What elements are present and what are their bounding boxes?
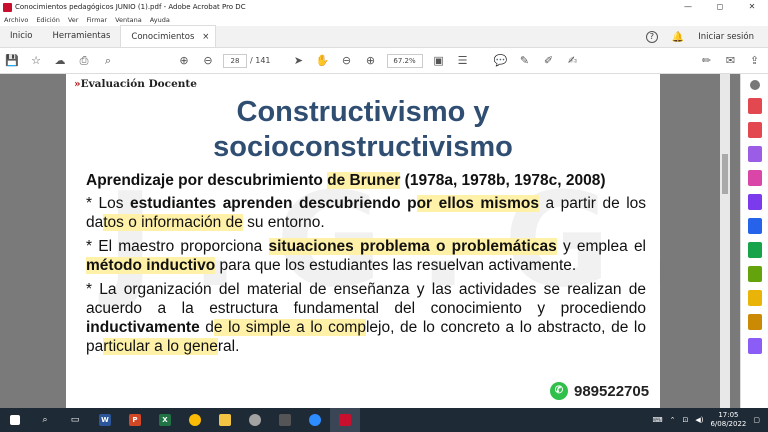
- draw-icon[interactable]: ✐: [537, 51, 561, 71]
- combine-files-icon[interactable]: [747, 146, 762, 162]
- print-icon[interactable]: ⎙: [72, 51, 96, 71]
- page-down-icon[interactable]: ⊖: [196, 51, 220, 71]
- share-icon[interactable]: ⇪: [743, 51, 767, 71]
- scan-ocr-icon[interactable]: [747, 242, 762, 258]
- excel-icon[interactable]: X: [150, 408, 180, 432]
- chrome-icon[interactable]: [180, 408, 210, 432]
- tab-document[interactable]: Conocimientos ped... ×: [120, 25, 217, 64]
- save-icon[interactable]: 💾: [0, 51, 24, 71]
- menu-ventana[interactable]: Ventana: [115, 16, 142, 24]
- maximize-button[interactable]: ◻: [704, 0, 736, 14]
- zoom-app-icon[interactable]: [300, 408, 330, 432]
- menu-firmar[interactable]: Firmar: [86, 16, 107, 24]
- zoom-tool-icon[interactable]: [749, 80, 760, 90]
- taskbar: ⌕ ▭ W P X ⌨ ⌃ ⊡ ◀) 17:05 6/08/2022 ▢: [0, 408, 768, 432]
- scroll-mode-icon[interactable]: ☰: [451, 51, 475, 71]
- search-taskbar-icon[interactable]: ⌕: [30, 408, 60, 432]
- acrobat-app-icon: [3, 2, 12, 12]
- help-icon[interactable]: ?: [645, 31, 658, 43]
- clock-date: 6/08/2022: [710, 420, 747, 428]
- notifications-icon[interactable]: ▢: [753, 416, 760, 424]
- tab-bar: Inicio Herramientas Conocimientos ped...…: [0, 25, 768, 64]
- window-title: Conocimientos pedagógicos JUNIO (1).pdf …: [15, 3, 246, 11]
- powerpoint-icon[interactable]: P: [120, 408, 150, 432]
- page-total: / 141: [250, 56, 271, 65]
- task-view-icon[interactable]: ▭: [60, 408, 90, 432]
- slide-title-line1: Constructivismo y: [236, 96, 490, 128]
- phone-contact: ✆ 989522705: [550, 382, 649, 400]
- bell-icon[interactable]: 🔔: [672, 32, 684, 43]
- network-icon[interactable]: ⊡: [682, 416, 688, 424]
- menu-ver[interactable]: Ver: [68, 16, 79, 24]
- minimize-button[interactable]: —: [672, 0, 704, 14]
- fit-page-icon[interactable]: ▣: [427, 51, 451, 71]
- tools-panel: [740, 74, 768, 408]
- tab-close-icon[interactable]: ×: [202, 26, 209, 47]
- sign-in-button[interactable]: Iniciar sesión: [698, 32, 754, 42]
- upload-icon[interactable]: ☁: [48, 51, 72, 71]
- hand-icon[interactable]: ✋: [311, 51, 335, 71]
- brand-text: Evaluación Docente: [80, 78, 197, 90]
- content-heading: Aprendizaje por descubrimiento de Bruner…: [86, 172, 606, 189]
- edit-pdf-icon[interactable]: ✏: [695, 51, 719, 71]
- keyboard-icon[interactable]: ⌨: [652, 416, 662, 424]
- paragraph-3: * La organización del material de enseña…: [86, 281, 646, 355]
- comment-icon[interactable]: 💬: [489, 51, 513, 71]
- volume-icon[interactable]: ◀): [695, 416, 703, 424]
- slide-content: Aprendizaje por descubrimiento de Bruner…: [86, 171, 646, 358]
- phone-number: 989522705: [574, 382, 650, 400]
- mail-icon[interactable]: ✉: [719, 51, 743, 71]
- slide-title-line2: socioconstructivismo: [213, 131, 513, 163]
- menu-archivo[interactable]: Archivo: [4, 16, 28, 24]
- chevron-up-icon[interactable]: ⌃: [670, 416, 676, 424]
- calculator-icon[interactable]: [270, 408, 300, 432]
- comment-tool-icon[interactable]: [747, 290, 762, 306]
- organize-pages-icon[interactable]: [747, 194, 762, 210]
- pointer-icon[interactable]: ➤: [287, 51, 311, 71]
- page-up-icon[interactable]: ⊕: [172, 51, 196, 71]
- protect-icon[interactable]: [747, 266, 762, 282]
- fill-sign-icon[interactable]: ✍: [561, 51, 585, 71]
- export-pdf-icon[interactable]: [747, 98, 762, 114]
- paragraph-1: * Los estudiantes aprenden descubriendo …: [86, 195, 647, 231]
- tab-inicio[interactable]: Inicio: [0, 25, 43, 47]
- pdf-page: J.G.G. »Evaluación Docente Constructivis…: [66, 74, 660, 408]
- star-icon[interactable]: ☆: [24, 51, 48, 71]
- search-icon[interactable]: ⌕: [96, 51, 120, 71]
- paragraph-2: * El maestro proporciona situaciones pro…: [86, 238, 647, 274]
- create-pdf-icon[interactable]: [747, 122, 762, 138]
- whatsapp-icon: ✆: [550, 382, 568, 400]
- more-tools-icon[interactable]: [747, 338, 762, 354]
- file-explorer-icon[interactable]: [210, 408, 240, 432]
- tab-herramientas[interactable]: Herramientas: [43, 25, 121, 47]
- tab-document-label: Conocimientos ped...: [131, 32, 195, 64]
- menu-edicion[interactable]: Edición: [36, 16, 60, 24]
- vertical-scrollbar[interactable]: [720, 74, 730, 408]
- zoom-in-icon[interactable]: ⊕: [359, 51, 383, 71]
- left-gutter: [0, 74, 66, 408]
- zoom-select[interactable]: 67.2%: [386, 53, 423, 68]
- paint-icon[interactable]: [240, 408, 270, 432]
- page-number-input[interactable]: 28: [223, 53, 247, 68]
- toolbar: 💾 ☆ ☁ ⎙ ⌕ ⊕ ⊖ 28 / 141 ➤ ✋ ⊖ ⊕ 67.2% ▣ ☰…: [0, 48, 768, 74]
- close-window-button[interactable]: ✕: [736, 0, 768, 14]
- start-icon[interactable]: [0, 408, 30, 432]
- fill-sign-tool-icon[interactable]: [747, 218, 762, 234]
- scrollbar-thumb[interactable]: [722, 154, 728, 194]
- menu-ayuda[interactable]: Ayuda: [150, 16, 170, 24]
- title-bar: Conocimientos pedagógicos JUNIO (1).pdf …: [0, 0, 768, 14]
- edit-pdf-tool-icon[interactable]: [747, 170, 762, 186]
- gutter-between: [730, 74, 740, 408]
- highlight-icon[interactable]: ✎: [513, 51, 537, 71]
- right-gutter: [660, 74, 720, 408]
- clock-time: 17:05: [718, 411, 739, 419]
- clock[interactable]: 17:05 6/08/2022: [710, 411, 746, 429]
- acrobat-taskbar-icon[interactable]: [330, 408, 360, 432]
- send-for-review-icon[interactable]: [747, 314, 762, 330]
- brand-label: »Evaluación Docente: [74, 78, 197, 90]
- word-icon[interactable]: W: [90, 408, 120, 432]
- zoom-out-icon[interactable]: ⊖: [335, 51, 359, 71]
